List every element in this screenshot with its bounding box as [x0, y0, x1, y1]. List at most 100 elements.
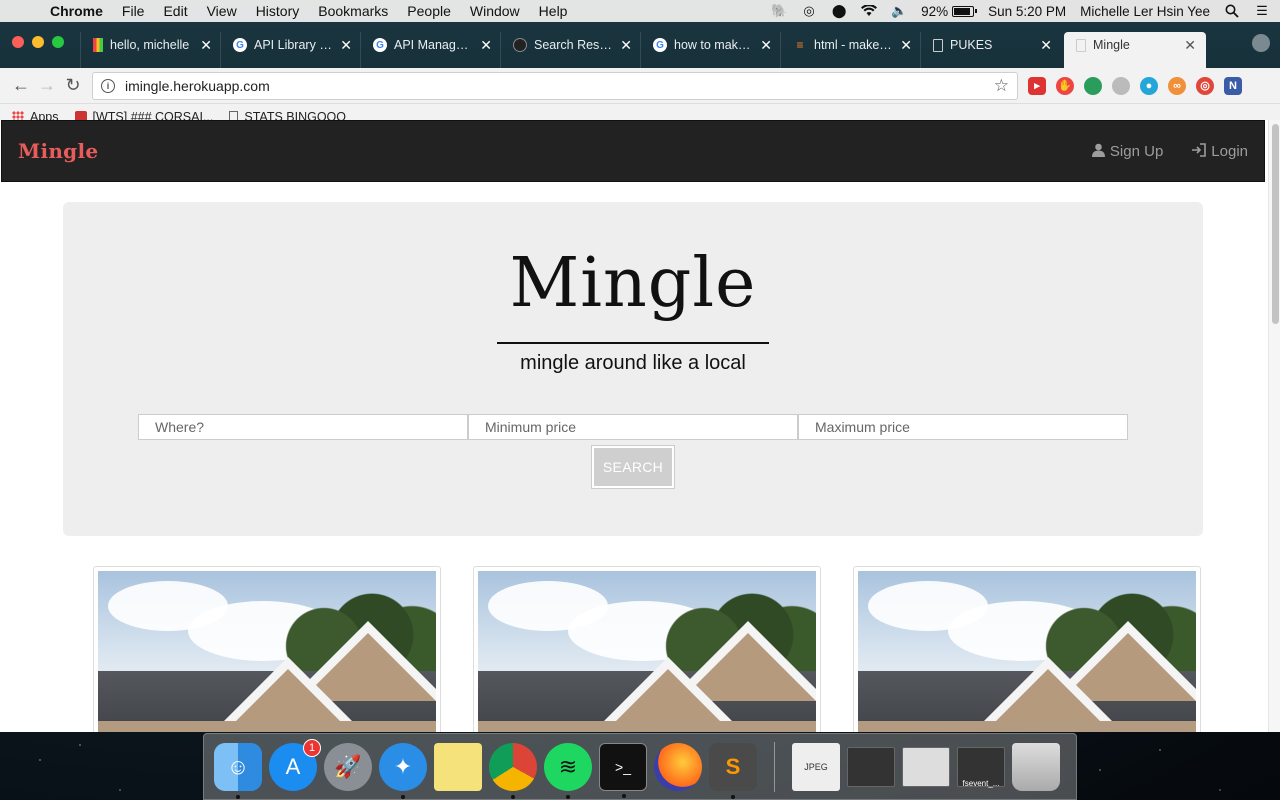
tab-title: html - make sc — [814, 38, 895, 52]
maximum-price-input[interactable] — [798, 414, 1128, 440]
bookmark-star-icon[interactable]: ☆ — [994, 76, 1009, 96]
tab-title: API Manager – — [394, 38, 475, 52]
listing-card[interactable] — [473, 566, 821, 732]
menu-people[interactable]: People — [407, 3, 451, 19]
target-extension-icon[interactable]: ◎ — [1196, 76, 1214, 95]
menu-app-name[interactable]: Chrome — [50, 3, 103, 19]
tab-html-make[interactable]: ≡ html - make sc ✕ — [780, 32, 922, 68]
location-drop-icon[interactable]: ⬤ — [831, 3, 847, 18]
battery-fill — [954, 7, 970, 15]
where-input[interactable] — [138, 414, 468, 440]
launchpad-rocket-icon[interactable]: 🚀 — [324, 742, 372, 791]
chat-extension-icon[interactable]: ● — [1140, 76, 1158, 95]
notification-center-icon[interactable]: ☰ — [1254, 3, 1270, 18]
listing-card[interactable] — [853, 566, 1201, 732]
sublime-text-icon[interactable]: S — [709, 742, 757, 799]
house-photo — [478, 571, 816, 732]
tab-pukes[interactable]: PUKES ✕ — [920, 32, 1062, 68]
listing-card[interactable] — [93, 566, 441, 732]
close-tab-icon[interactable]: ✕ — [340, 37, 352, 54]
firefox-icon[interactable] — [654, 742, 702, 791]
zoom-window-button[interactable] — [52, 36, 64, 48]
menu-window[interactable]: Window — [470, 3, 520, 19]
tab-title: hello, michelle — [110, 38, 190, 52]
volume-icon[interactable]: 🔈 — [891, 3, 907, 18]
chrome-icon[interactable] — [489, 742, 537, 799]
tab-hello-michelle[interactable]: hello, michelle ✕ — [80, 32, 222, 68]
battery-percent: 92% — [921, 3, 949, 19]
menu-edit[interactable]: Edit — [163, 3, 187, 19]
tab-how-to-make[interactable]: G how to make o ✕ — [640, 32, 782, 68]
creative-cloud-icon[interactable]: ◎ — [801, 3, 817, 18]
menu-file[interactable]: File — [122, 3, 145, 19]
terminal-icon[interactable]: >_ — [599, 742, 647, 798]
tab-api-library[interactable]: G API Library – m ✕ — [220, 32, 362, 68]
tab-api-manager[interactable]: G API Manager – ✕ — [360, 32, 502, 68]
chrome-profile-icon[interactable] — [1252, 34, 1270, 52]
running-indicator — [401, 794, 405, 799]
tab-search-results[interactable]: Search Results ✕ — [500, 32, 642, 68]
running-indicator — [566, 794, 570, 799]
url-input[interactable] — [125, 77, 994, 94]
close-tab-icon[interactable]: ✕ — [760, 37, 772, 54]
n-extension-icon[interactable]: N — [1224, 76, 1242, 95]
close-tab-icon[interactable]: ✕ — [200, 37, 212, 54]
minimized-terminal-thumbnail[interactable]: fsevent_... — [957, 746, 1005, 788]
close-window-button[interactable] — [12, 36, 24, 48]
minimize-window-button[interactable] — [32, 36, 44, 48]
tab-title: PUKES — [950, 38, 993, 52]
evernote-elephant-icon[interactable]: 🐘 — [771, 3, 787, 18]
running-indicator — [236, 794, 240, 799]
google-favicon-icon: G — [233, 38, 247, 52]
spotify-icon[interactable]: ≋ — [544, 742, 592, 799]
jpeg-file-icon[interactable]: JPEG — [792, 742, 840, 791]
window-controls — [12, 36, 64, 48]
running-indicator — [731, 794, 735, 799]
battery-status[interactable]: 92% — [921, 3, 978, 19]
infinity-extension-icon[interactable]: ∞ — [1168, 76, 1186, 95]
apple-menu-icon[interactable] — [18, 3, 34, 19]
spotlight-search-icon[interactable] — [1224, 4, 1240, 18]
login-link[interactable]: Login — [1191, 143, 1248, 160]
reload-icon[interactable]: ↻ — [60, 73, 86, 99]
dock-separator — [774, 741, 775, 792]
close-tab-icon[interactable]: ✕ — [480, 37, 492, 54]
user-name[interactable]: Michelle Ler Hsin Yee — [1080, 4, 1210, 19]
notes-icon[interactable] — [434, 742, 482, 791]
minimized-window-thumbnail[interactable] — [902, 746, 950, 787]
address-bar[interactable]: i ☆ — [92, 71, 1018, 100]
clock[interactable]: Sun 5:20 PM — [988, 4, 1066, 19]
menu-help[interactable]: Help — [539, 3, 568, 19]
extension-green-icon[interactable] — [1084, 76, 1102, 95]
close-tab-icon[interactable]: ✕ — [620, 37, 632, 54]
search-button[interactable]: SEARCH — [592, 446, 674, 488]
close-tab-icon[interactable]: ✕ — [1040, 37, 1052, 54]
adblock-icon[interactable]: ✋ — [1056, 76, 1074, 95]
wall-shape — [858, 721, 1196, 732]
menu-history[interactable]: History — [256, 3, 300, 19]
menu-view[interactable]: View — [207, 3, 237, 19]
minimized-window-thumbnail[interactable] — [847, 746, 895, 787]
tab-title: API Library – m — [254, 38, 335, 52]
minimum-price-input[interactable] — [468, 414, 798, 440]
close-tab-icon[interactable]: ✕ — [1184, 37, 1196, 54]
finder-icon[interactable]: ☺ — [214, 742, 262, 799]
signup-link[interactable]: Sign Up — [1091, 143, 1163, 160]
site-info-icon[interactable]: i — [101, 78, 115, 93]
trash-icon[interactable] — [1012, 742, 1060, 791]
wifi-icon[interactable] — [861, 4, 878, 18]
extension-grey-icon[interactable] — [1112, 76, 1130, 95]
page-scrollbar[interactable] — [1268, 120, 1280, 732]
thumbnail-caption: fsevent_... — [962, 778, 1000, 788]
site-brand[interactable]: Mingle — [18, 139, 98, 163]
scrollbar-thumb[interactable] — [1272, 124, 1279, 324]
tab-mingle[interactable]: Mingle ✕ — [1064, 32, 1206, 68]
menu-bookmarks[interactable]: Bookmarks — [318, 3, 388, 19]
app-store-icon[interactable]: A1 — [269, 738, 321, 791]
safari-compass-icon[interactable]: ✦ — [379, 742, 427, 799]
forward-arrow-icon[interactable]: → — [34, 73, 60, 99]
extension-red-icon[interactable]: ▸ — [1028, 76, 1046, 95]
back-arrow-icon[interactable]: ← — [8, 73, 34, 99]
battery-icon — [952, 5, 978, 17]
close-tab-icon[interactable]: ✕ — [900, 37, 912, 54]
